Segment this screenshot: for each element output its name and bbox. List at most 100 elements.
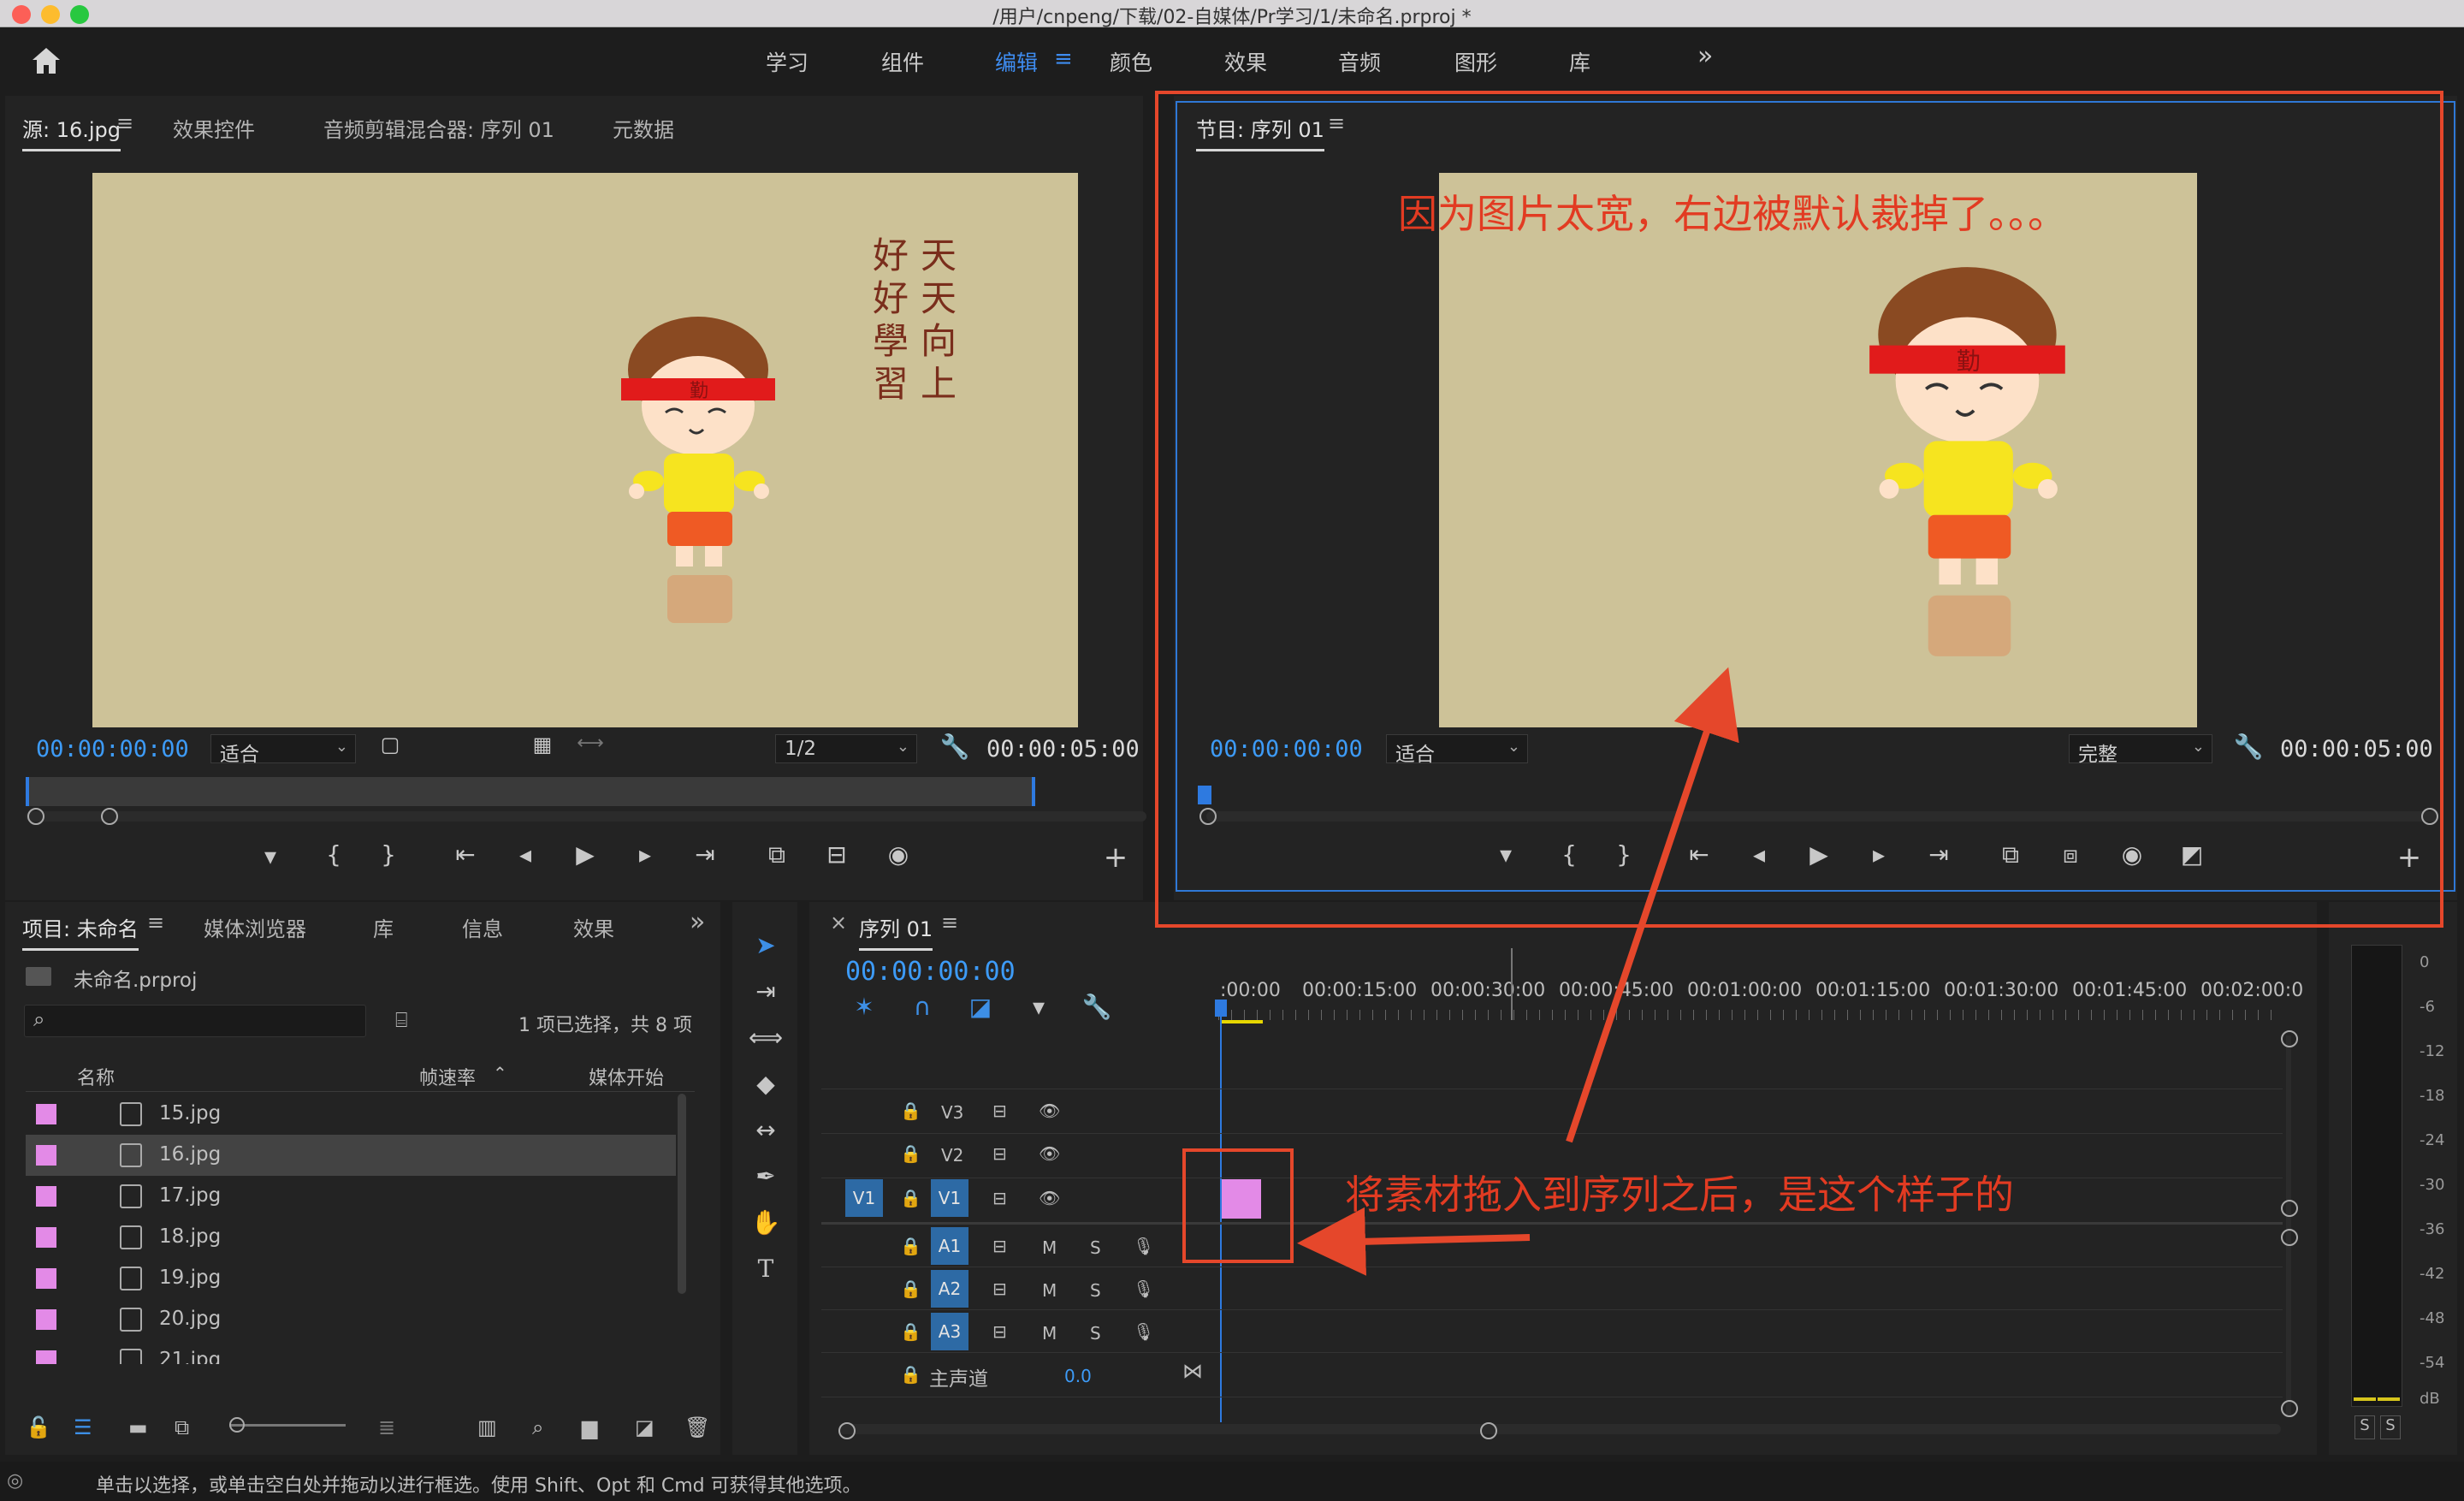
vscroll-handle[interactable] [2281, 1030, 2298, 1047]
mute-button[interactable]: M [1042, 1280, 1057, 1301]
overwrite-icon[interactable]: ⊟ [820, 840, 854, 869]
workspace-tab-learn[interactable]: 学习 [766, 46, 808, 77]
mute-button[interactable]: M [1042, 1323, 1057, 1344]
sort-icons-icon[interactable]: ≣ [378, 1415, 395, 1439]
source-timecode[interactable]: 00:00:00:00 [36, 736, 189, 762]
workspace-tab-audio[interactable]: 音频 [1338, 46, 1381, 77]
tab-metadata[interactable]: 元数据 [613, 113, 674, 143]
tab-effects[interactable]: 效果 [573, 912, 614, 942]
list-view-icon[interactable]: ☰ [74, 1415, 92, 1439]
solo-button[interactable]: S [1090, 1280, 1101, 1301]
track-target-a1[interactable]: A1 [931, 1227, 968, 1265]
ripple-edit-tool-icon[interactable]: ⟺ [746, 1023, 785, 1063]
razor-tool-icon[interactable]: ◆ [746, 1070, 785, 1109]
tab-audio-clip-mixer[interactable]: 音频剪辑混合器: 序列 01 [323, 113, 554, 143]
eye-icon[interactable]: 👁 [1039, 1143, 1060, 1164]
insert-icon[interactable]: ⧉ [760, 840, 794, 869]
workspace-tab-graphics[interactable]: 图形 [1454, 46, 1497, 77]
list-item[interactable]: 19.jpg [26, 1258, 676, 1299]
lock-icon[interactable]: 🔓 [26, 1415, 51, 1439]
workspace-tab-editing[interactable]: 编辑 [995, 46, 1038, 77]
sync-lock-icon[interactable]: ⊟ [992, 1143, 1007, 1164]
workspace-tab-assembly[interactable]: 组件 [881, 46, 924, 77]
tab-source[interactable]: 源: 16.jpg [22, 113, 121, 151]
track-target-a2[interactable]: A2 [931, 1270, 968, 1308]
tab-sequence[interactable]: 序列 01 [859, 912, 933, 951]
panel-menu-icon[interactable]: ≡ [116, 111, 133, 135]
pen-tool-icon[interactable]: ✒ [746, 1162, 785, 1201]
timeline-settings-icon[interactable]: 🔧 [1080, 993, 1114, 1021]
new-bin-icon[interactable]: ▆ [582, 1415, 597, 1439]
home-icon[interactable] [31, 46, 62, 75]
hscroll-handle-left[interactable] [838, 1422, 856, 1439]
workspace-tab-effects[interactable]: 效果 [1224, 46, 1267, 77]
type-tool-icon[interactable]: T [746, 1255, 785, 1294]
icon-view-icon[interactable]: ▬ [128, 1415, 148, 1439]
step-back-icon[interactable]: ◂ [508, 840, 542, 869]
list-item[interactable]: 18.jpg [26, 1217, 676, 1258]
solo-button[interactable]: S [1090, 1323, 1101, 1344]
hand-tool-icon[interactable]: ✋ [746, 1208, 785, 1248]
sync-lock-icon[interactable]: ⊟ [992, 1321, 1007, 1342]
play-icon[interactable]: ▶ [568, 840, 602, 869]
snap-icon[interactable]: ∩ [905, 993, 939, 1021]
linked-selection-icon[interactable]: ◪ [963, 993, 998, 1021]
panel-overflow-icon[interactable]: » [690, 907, 705, 937]
vscroll-handle[interactable] [2281, 1200, 2298, 1217]
panel-menu-icon[interactable]: ≡ [147, 911, 164, 934]
zoom-slider[interactable] [229, 1424, 346, 1427]
workspace-tab-libraries[interactable]: 库 [1569, 46, 1590, 77]
go-to-in-out-icon[interactable]: ⋈ [1182, 1359, 1203, 1383]
slip-tool-icon[interactable]: ↔ [746, 1116, 785, 1155]
playhead-handle[interactable] [1215, 1000, 1227, 1017]
work-area-bar[interactable] [1220, 1020, 1263, 1023]
solo-left-button[interactable]: S [2354, 1415, 2375, 1439]
safe-margins-icon[interactable]: ▢ [373, 733, 407, 756]
tab-project[interactable]: 项目: 未命名 [22, 912, 139, 951]
tab-info[interactable]: 信息 [462, 912, 503, 942]
tab-libraries[interactable]: 库 [373, 912, 394, 942]
automate-to-sequence-icon[interactable]: ▥ [477, 1415, 497, 1439]
lock-icon[interactable]: 🔒 [900, 1188, 921, 1208]
project-search-input[interactable]: ⌕ [24, 1005, 366, 1037]
close-tab-icon[interactable]: × [830, 911, 847, 934]
list-item-selected[interactable]: 16.jpg [26, 1135, 676, 1176]
new-item-icon[interactable]: ◪ [635, 1415, 654, 1439]
source-zoom-handle-left[interactable] [27, 808, 44, 825]
source-fit-dropdown[interactable]: 适合 ⌄ [210, 734, 356, 766]
column-name[interactable]: 名称 [77, 1063, 115, 1090]
tab-effect-controls[interactable]: 效果控件 [173, 113, 255, 143]
panel-menu-icon[interactable]: ≡ [941, 911, 958, 934]
lock-icon[interactable]: 🔒 [900, 1279, 921, 1299]
source-in-out-range[interactable] [26, 777, 1035, 806]
solo-right-button[interactable]: S [2380, 1415, 2401, 1439]
go-to-in-icon[interactable]: ⇤ [448, 840, 483, 869]
source-zoom-scrollbar[interactable] [26, 811, 1146, 822]
sync-lock-icon[interactable]: ⊟ [992, 1188, 1007, 1208]
drop-video-icon[interactable]: ▦ [525, 733, 560, 756]
column-media-start[interactable]: 媒体开始 [589, 1063, 664, 1090]
list-item[interactable]: 20.jpg [26, 1299, 676, 1340]
add-marker-icon[interactable]: ▾ [1022, 993, 1056, 1021]
project-list-scrollbar[interactable] [678, 1094, 686, 1294]
freeform-view-icon[interactable]: ⧉ [175, 1415, 189, 1439]
mark-out-icon[interactable]: } [371, 840, 406, 869]
workspace-menu-icon[interactable]: ≡ [1054, 46, 1073, 72]
master-volume-value[interactable]: 0.0 [1064, 1366, 1092, 1386]
microphone-icon[interactable]: 🎙 [1133, 1321, 1154, 1342]
column-frame-rate[interactable]: 帧速率 [419, 1063, 476, 1090]
track-target-a3[interactable]: A3 [931, 1313, 968, 1350]
trash-icon[interactable]: 🗑 [684, 1415, 710, 1439]
find-icon[interactable]: ⌕ [532, 1415, 543, 1439]
step-forward-icon[interactable]: ▸ [628, 840, 662, 869]
lock-icon[interactable]: 🔒 [900, 1236, 921, 1256]
tab-media-browser[interactable]: 媒体浏览器 [204, 912, 306, 942]
sync-lock-icon[interactable]: ⊟ [992, 1101, 1007, 1121]
lock-icon[interactable]: 🔒 [900, 1101, 921, 1121]
lock-icon[interactable]: 🔒 [900, 1321, 921, 1342]
lock-icon[interactable]: 🔒 [900, 1143, 921, 1164]
go-to-out-icon[interactable]: ⇥ [688, 840, 722, 869]
eye-icon[interactable]: 👁 [1039, 1101, 1060, 1121]
hscroll-handle-right[interactable] [1480, 1422, 1497, 1439]
vscroll-handle[interactable] [2281, 1229, 2298, 1246]
